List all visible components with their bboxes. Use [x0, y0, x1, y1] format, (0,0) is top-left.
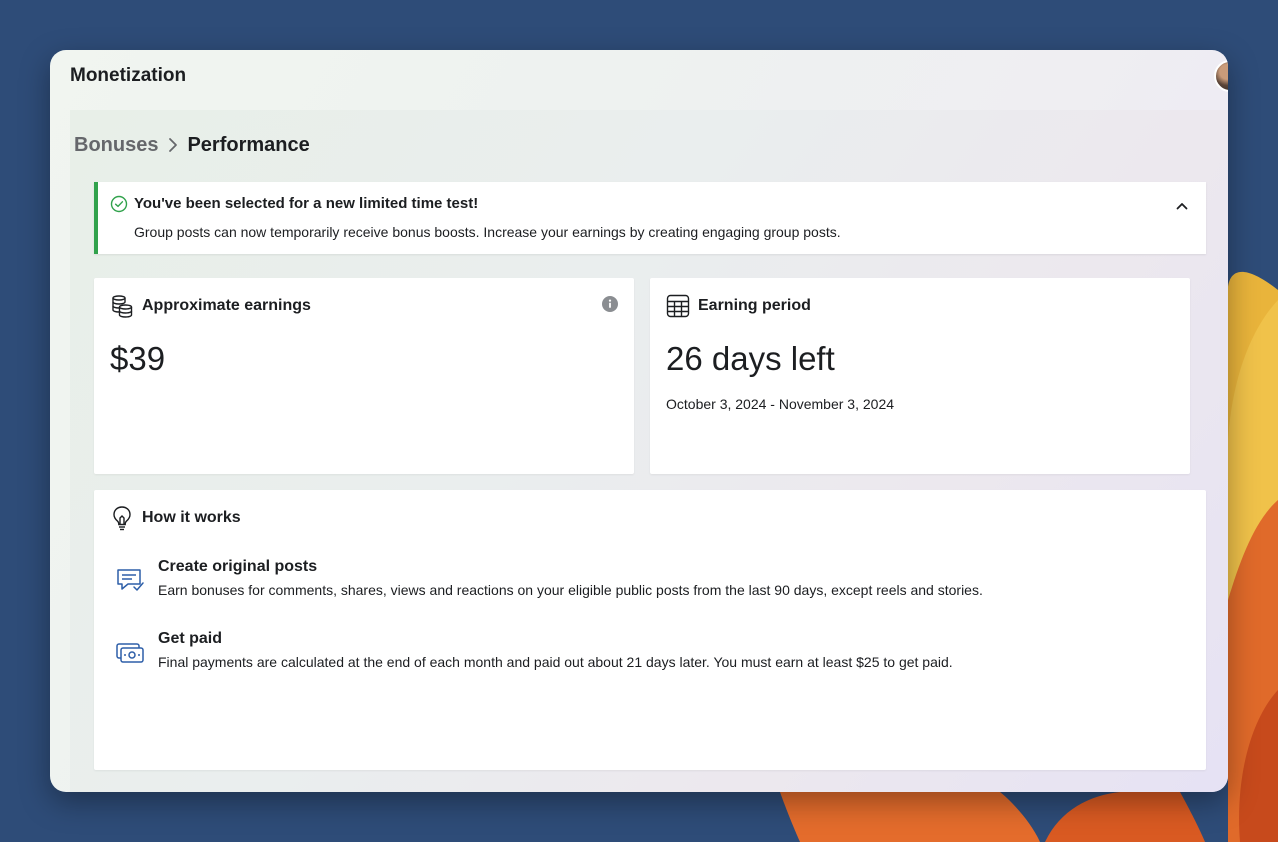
- days-left-value: 26 days left: [666, 340, 835, 377]
- approximate-earnings-card: Approximate earnings $39: [94, 278, 634, 474]
- chevron-up-icon: [1176, 197, 1188, 215]
- breadcrumb-bonuses-link[interactable]: Bonuses: [74, 134, 158, 157]
- step-get-paid: Get paid Final payments are calculated a…: [114, 630, 953, 670]
- lightbulb-icon: [110, 506, 134, 531]
- app-title: Monetization: [70, 65, 187, 86]
- money-bills-icon: [114, 636, 146, 668]
- banner-text: Group posts can now temporarily receive …: [134, 224, 841, 240]
- period-date-range: October 3, 2024 - November 3, 2024: [666, 396, 895, 412]
- collapse-banner-button[interactable]: [1172, 196, 1192, 216]
- step-description: Earn bonuses for comments, shares, views…: [158, 582, 983, 598]
- earning-period-card: Earning period 26 days left October 3, 2…: [650, 278, 1190, 474]
- calendar-grid-icon: [666, 294, 690, 318]
- step-title: Get paid: [158, 630, 223, 647]
- breadcrumb: Bonuses Performance: [74, 132, 310, 158]
- step-create-original-posts: Create original posts Earn bonuses for c…: [114, 558, 983, 598]
- app-window: Monetization Bonuses Performance You've …: [50, 50, 1228, 792]
- chevron-right-icon: [168, 137, 178, 153]
- earnings-value: $39: [110, 340, 166, 377]
- info-icon[interactable]: [602, 296, 618, 312]
- step-description: Final payments are calculated at the end…: [158, 654, 953, 670]
- banner-title: You've been selected for a new limited t…: [134, 195, 479, 212]
- step-title: Create original posts: [158, 558, 318, 575]
- limited-test-banner: You've been selected for a new limited t…: [94, 182, 1206, 254]
- how-it-works-card: How it works Create original posts Earn …: [94, 490, 1206, 770]
- avatar[interactable]: [1214, 60, 1228, 92]
- how-it-works-title: How it works: [142, 509, 241, 526]
- coins-stack-icon: [110, 294, 134, 318]
- breadcrumb-current: Performance: [187, 133, 310, 156]
- check-circle-icon: [110, 195, 128, 218]
- earnings-title: Approximate earnings: [142, 297, 311, 314]
- period-title: Earning period: [698, 297, 811, 314]
- post-check-icon: [114, 564, 146, 596]
